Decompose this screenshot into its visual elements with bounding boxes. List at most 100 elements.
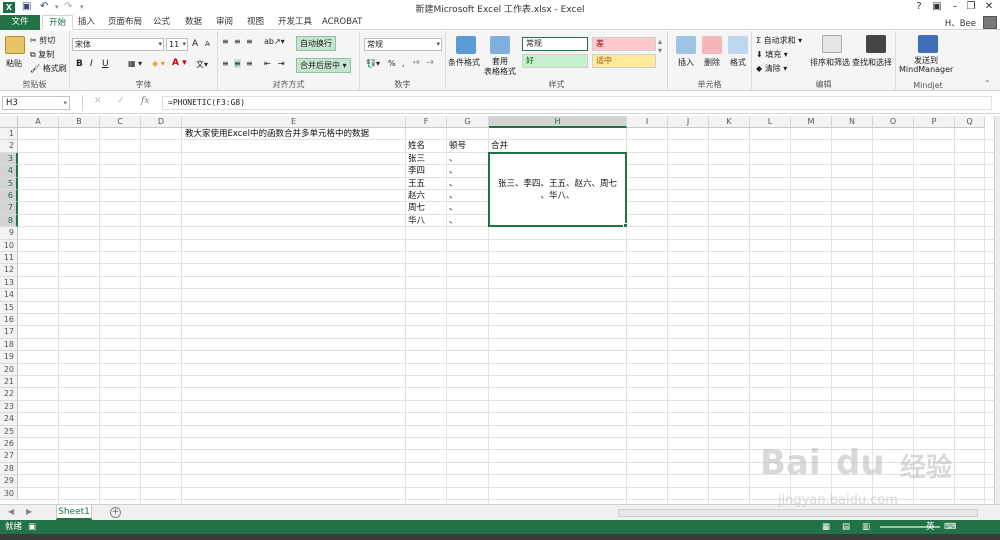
conditional-format-button[interactable]: 条件格式 bbox=[448, 57, 480, 68]
delete-cells-icon[interactable] bbox=[702, 36, 722, 54]
comma-style-icon[interactable]: , bbox=[402, 59, 405, 68]
format-cells-button[interactable]: 格式 bbox=[730, 57, 746, 68]
insert-cells-button[interactable]: 插入 bbox=[678, 57, 694, 68]
cell-f8[interactable]: 华八 bbox=[408, 215, 425, 227]
font-size-combo[interactable]: 11 ▾ bbox=[166, 38, 188, 51]
row-header-16[interactable]: 16 bbox=[0, 314, 18, 327]
tab-formulas[interactable]: 公式 bbox=[147, 15, 176, 30]
keyboard-icon[interactable]: ⌨ bbox=[944, 520, 956, 534]
increase-indent-icon[interactable]: ⇥ bbox=[278, 59, 285, 68]
cell-g5[interactable]: 、 bbox=[449, 178, 458, 190]
align-middle-icon[interactable]: ≡ bbox=[234, 37, 241, 46]
cell-e1[interactable]: 教大家使用Excel中的函数合并多单元格中的数据 bbox=[185, 128, 369, 140]
cell-f4[interactable]: 李四 bbox=[408, 165, 425, 177]
row-header-7[interactable]: 7 bbox=[0, 202, 18, 215]
clear-button[interactable]: ◆ 清除 ▾ bbox=[756, 63, 787, 74]
row-header-22[interactable]: 22 bbox=[0, 388, 18, 401]
row-header-13[interactable]: 13 bbox=[0, 276, 18, 290]
italic-button[interactable]: I bbox=[90, 59, 93, 69]
collapse-ribbon-icon[interactable]: ⌃ bbox=[984, 79, 991, 88]
macro-record-icon[interactable]: ▣ bbox=[28, 520, 36, 534]
sheet-tab-sheet1[interactable]: Sheet1 bbox=[56, 505, 92, 520]
align-center-icon[interactable]: ≡ bbox=[234, 59, 241, 68]
tab-file[interactable]: 文件 bbox=[0, 15, 40, 30]
row-header-30[interactable]: 30 bbox=[0, 487, 18, 500]
row-header-8[interactable]: 8 bbox=[0, 214, 18, 228]
sort-filter-icon[interactable] bbox=[822, 35, 842, 53]
tab-insert[interactable]: 插入 bbox=[72, 15, 101, 30]
cut-button[interactable]: ✂ 剪切 bbox=[30, 35, 55, 46]
column-header-c[interactable]: C bbox=[100, 116, 141, 128]
mindmanager-icon[interactable] bbox=[918, 35, 938, 53]
prev-sheet-icon[interactable]: ◀ bbox=[8, 507, 14, 516]
ribbon-display-button[interactable]: ▣ bbox=[930, 1, 944, 12]
paste-icon[interactable] bbox=[5, 36, 25, 54]
shrink-font-button[interactable]: A bbox=[205, 40, 210, 48]
binoculars-icon[interactable] bbox=[866, 35, 886, 53]
decrease-decimal-icon[interactable]: ⁻⁰ bbox=[426, 59, 433, 68]
cell-f5[interactable]: 王五 bbox=[408, 178, 425, 190]
number-format-combo[interactable]: 常规 ▾ bbox=[364, 38, 442, 51]
phonetic-icon[interactable]: 文▾ bbox=[196, 59, 208, 70]
cell-g7[interactable]: 、 bbox=[449, 202, 458, 214]
orientation-icon[interactable]: ab↗▾ bbox=[264, 37, 285, 46]
row-header-17[interactable]: 17 bbox=[0, 326, 18, 339]
help-button[interactable]: ? bbox=[912, 1, 926, 12]
row-header-28[interactable]: 28 bbox=[0, 462, 18, 476]
tab-developer[interactable]: 开发工具 bbox=[272, 15, 318, 30]
align-bottom-icon[interactable]: ≡ bbox=[246, 37, 253, 46]
autosum-button[interactable]: Σ 自动求和 ▾ bbox=[756, 35, 802, 46]
conditional-format-icon[interactable] bbox=[456, 36, 476, 54]
row-header-18[interactable]: 18 bbox=[0, 338, 18, 352]
fill-handle[interactable] bbox=[623, 223, 628, 229]
tab-data[interactable]: 数据 bbox=[179, 15, 208, 30]
row-header-24[interactable]: 24 bbox=[0, 413, 18, 426]
account-name[interactable]: H、Bee bbox=[945, 17, 976, 29]
page-layout-view-icon[interactable]: ▤ bbox=[842, 520, 850, 534]
increase-decimal-icon[interactable]: ⁺⁰ bbox=[412, 59, 419, 68]
close-button[interactable]: ✕ bbox=[982, 1, 996, 12]
column-header-q[interactable]: Q bbox=[955, 116, 985, 128]
style-bad[interactable]: 差 bbox=[592, 37, 656, 51]
tab-page-layout[interactable]: 页面布局 bbox=[102, 15, 148, 30]
row-header-12[interactable]: 12 bbox=[0, 264, 18, 277]
row-header-5[interactable]: 5 bbox=[0, 177, 18, 190]
row-header-10[interactable]: 10 bbox=[0, 239, 18, 252]
column-header-a[interactable]: A bbox=[18, 116, 59, 128]
decrease-indent-icon[interactable]: ⇤ bbox=[264, 59, 271, 68]
tab-view[interactable]: 视图 bbox=[241, 15, 270, 30]
cancel-icon[interactable]: ✕ bbox=[94, 96, 102, 106]
row-header-19[interactable]: 19 bbox=[0, 351, 18, 364]
align-right-icon[interactable]: ≡ bbox=[246, 59, 253, 68]
tab-review[interactable]: 审阅 bbox=[210, 15, 239, 30]
row-header-25[interactable]: 25 bbox=[0, 425, 18, 438]
font-name-combo[interactable]: 宋体 ▾ bbox=[72, 38, 164, 51]
row-header-29[interactable]: 29 bbox=[0, 475, 18, 488]
row-header-27[interactable]: 27 bbox=[0, 450, 18, 463]
vertical-scrollbar[interactable] bbox=[994, 116, 1000, 504]
format-cells-icon[interactable] bbox=[728, 36, 748, 54]
select-all-corner[interactable] bbox=[0, 116, 18, 128]
format-as-table-icon[interactable] bbox=[490, 36, 510, 54]
insert-function-icon[interactable]: fx bbox=[141, 96, 149, 106]
column-header-j[interactable]: J bbox=[668, 116, 709, 128]
restore-button[interactable]: ❐ bbox=[964, 1, 978, 12]
cell-g4[interactable]: 、 bbox=[449, 165, 458, 177]
row-header-11[interactable]: 11 bbox=[0, 252, 18, 265]
row-header-26[interactable]: 26 bbox=[0, 438, 18, 451]
column-header-l[interactable]: L bbox=[750, 116, 791, 128]
cell-h2[interactable]: 合并 bbox=[491, 140, 508, 152]
sort-filter-button[interactable]: 排序和筛选 bbox=[810, 57, 850, 68]
format-as-table-button[interactable]: 套用 表格格式 bbox=[484, 57, 516, 77]
ime-indicator[interactable]: 英 bbox=[926, 520, 935, 534]
next-sheet-icon[interactable]: ▶ bbox=[26, 507, 32, 516]
row-header-3[interactable]: 3 bbox=[0, 152, 18, 166]
cell-g3[interactable]: 、 bbox=[449, 153, 458, 165]
selected-merged-cell-h3[interactable]: 张三、李四、王五、赵六、周七 、华八、 bbox=[488, 151, 628, 229]
column-header-o[interactable]: O bbox=[873, 116, 914, 128]
column-header-e[interactable]: E bbox=[182, 116, 406, 128]
column-header-n[interactable]: N bbox=[832, 116, 873, 128]
row-header-4[interactable]: 4 bbox=[0, 165, 18, 178]
column-header-i[interactable]: I bbox=[627, 116, 668, 128]
column-header-d[interactable]: D bbox=[141, 116, 182, 128]
